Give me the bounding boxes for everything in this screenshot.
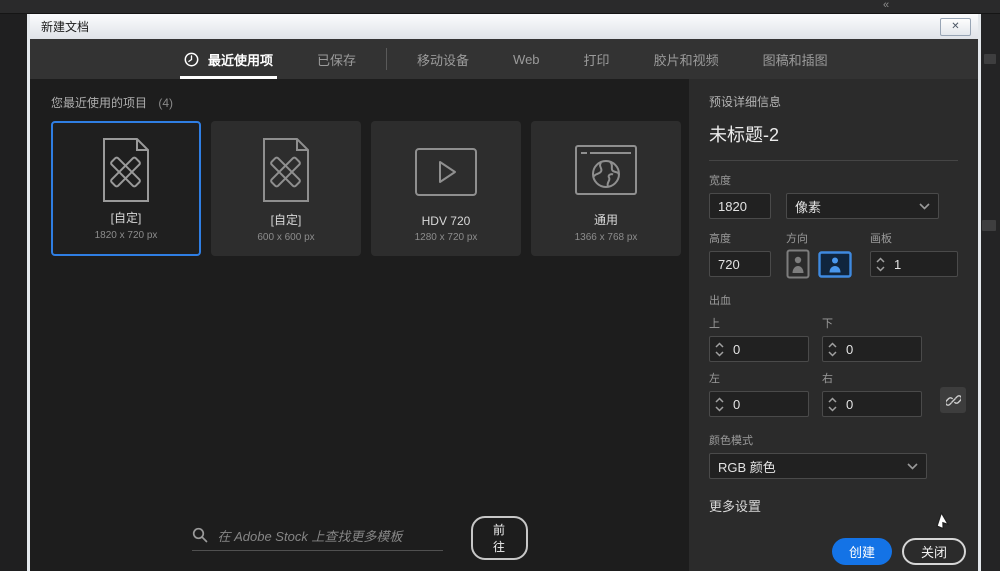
tab-label: 胶片和视频 xyxy=(653,52,719,68)
search-icon xyxy=(191,527,207,543)
background-app-top-strip: « xyxy=(0,0,1000,14)
orientation-landscape-button[interactable] xyxy=(818,250,852,278)
more-settings-button[interactable]: 更多设置 xyxy=(709,496,958,515)
background-collapse-glyph: « xyxy=(883,0,890,11)
bleed-top-value: 0 xyxy=(733,341,741,357)
dialog-title: 新建文档 xyxy=(41,20,90,34)
template-card-common[interactable]: 通用 1366 x 768 px xyxy=(531,121,681,256)
color-mode-select[interactable]: RGB 颜色 xyxy=(709,453,927,479)
document-title-input[interactable]: 未标题-2 xyxy=(709,121,958,147)
template-name: [自定] xyxy=(110,211,142,225)
chevron-down-icon xyxy=(907,462,918,470)
category-tabbar: 最近使用项 已保存 移动设备 Web 打印 胶片和视频 图稿和插图 xyxy=(30,39,978,79)
template-dimensions: 1366 x 768 px xyxy=(574,232,638,243)
bleed-bottom-stepper[interactable]: 0 xyxy=(822,336,922,362)
tab-saved[interactable]: 已保存 xyxy=(295,39,378,79)
template-name: [自定] xyxy=(270,213,302,227)
tab-label: Web xyxy=(513,51,540,67)
height-label: 高度 xyxy=(709,233,731,245)
orientation-portrait-button[interactable] xyxy=(786,249,810,279)
template-dimensions: 600 x 600 px xyxy=(257,232,315,243)
stepper-chevrons[interactable] xyxy=(828,341,837,357)
background-app-right-strip xyxy=(981,14,1000,571)
template-card-hdv-720[interactable]: HDV 720 1280 x 720 px xyxy=(371,121,521,256)
tab-film-video[interactable]: 胶片和视频 xyxy=(632,39,741,79)
bleed-right-value: 0 xyxy=(846,396,854,412)
bleed-top-stepper[interactable]: 0 xyxy=(709,336,809,362)
bleed-right-stepper[interactable]: 0 xyxy=(822,391,922,417)
tab-mobile[interactable]: 移动设备 xyxy=(395,39,491,79)
preset-details-heading: 预设详细信息 xyxy=(709,95,782,109)
bleed-right-label: 右 xyxy=(822,373,833,385)
stepper-chevrons[interactable] xyxy=(715,341,724,357)
recent-items-heading: 您最近使用的项目 (4) xyxy=(51,96,174,110)
custom-document-icon xyxy=(97,137,155,203)
tab-web[interactable]: Web xyxy=(491,39,562,79)
unit-value: 像素 xyxy=(795,199,822,215)
unit-select[interactable]: 像素 xyxy=(786,193,939,219)
video-icon xyxy=(414,147,478,197)
link-bleed-values-button[interactable] xyxy=(940,387,966,413)
template-card-list: [自定] 1820 x 720 px [自定] 600 x 600 px HDV… xyxy=(51,121,681,256)
bleed-bottom-label: 下 xyxy=(822,318,833,330)
link-icon xyxy=(945,393,961,408)
custom-document-icon xyxy=(257,137,315,203)
clock-icon xyxy=(184,52,199,67)
go-button[interactable]: 前往 xyxy=(470,516,528,560)
adobe-stock-search: 在 Adobe Stock 上查找更多模板 前往 xyxy=(191,516,528,560)
tab-art-illustration[interactable]: 图稿和插图 xyxy=(741,39,850,79)
panel-divider xyxy=(709,160,958,161)
close-button[interactable]: 关闭 xyxy=(901,538,966,565)
stepper-chevrons[interactable] xyxy=(876,256,885,272)
bleed-top-label: 上 xyxy=(709,318,720,330)
tab-print[interactable]: 打印 xyxy=(562,39,632,79)
artboard-label: 画板 xyxy=(870,233,892,245)
height-input[interactable]: 720 xyxy=(709,251,771,277)
create-button[interactable]: 创建 xyxy=(831,538,892,565)
tab-recent[interactable]: 最近使用项 xyxy=(162,39,295,79)
stepper-chevrons[interactable] xyxy=(715,396,724,412)
tab-label: 图稿和插图 xyxy=(762,52,828,68)
bleed-left-stepper[interactable]: 0 xyxy=(709,391,809,417)
stepper-chevrons[interactable] xyxy=(828,396,837,412)
tab-label: 移动设备 xyxy=(417,52,470,68)
portrait-orientation-icon xyxy=(786,249,810,279)
template-dimensions: 1820 x 720 px xyxy=(94,230,158,241)
orientation-label: 方向 xyxy=(786,233,808,245)
template-card-custom-600[interactable]: [自定] 600 x 600 px xyxy=(211,121,361,256)
chevron-down-icon xyxy=(919,202,930,210)
artboard-value: 1 xyxy=(894,256,902,272)
bleed-left-label: 左 xyxy=(709,373,720,385)
bleed-bottom-value: 0 xyxy=(846,341,854,357)
recent-items-area: 您最近使用的项目 (4) [自定] 1820 x 720 px [自定] 600… xyxy=(30,79,689,571)
web-browser-icon xyxy=(574,144,638,196)
color-mode-value: RGB 颜色 xyxy=(718,459,776,475)
color-mode-label: 颜色模式 xyxy=(709,435,753,447)
artboard-stepper[interactable]: 1 xyxy=(870,251,958,277)
stock-search-input[interactable]: 在 Adobe Stock 上查找更多模板 xyxy=(191,526,443,551)
close-icon: ✕ xyxy=(951,21,960,32)
background-ui-fragment xyxy=(984,54,996,64)
preset-details-panel: 预设详细信息 未标题-2 宽度 1820 像素 高度 720 方向 画板 1 出… xyxy=(689,79,978,571)
template-name: 通用 xyxy=(593,213,618,227)
template-name: HDV 720 xyxy=(421,214,471,228)
tab-label: 最近使用项 xyxy=(208,52,274,68)
template-card-custom-1820[interactable]: [自定] 1820 x 720 px xyxy=(51,121,201,256)
bleed-label: 出血 xyxy=(709,295,731,307)
background-ui-fragment xyxy=(982,220,996,231)
tab-label: 已保存 xyxy=(317,52,357,68)
tab-divider xyxy=(386,48,388,70)
width-input[interactable]: 1820 xyxy=(709,193,771,219)
width-label: 宽度 xyxy=(709,175,731,187)
recent-items-count: (4) xyxy=(158,96,174,110)
dialog-titlebar: 新建文档 ✕ xyxy=(30,14,978,39)
search-placeholder: 在 Adobe Stock 上查找更多模板 xyxy=(217,528,403,544)
dialog-close-button[interactable]: ✕ xyxy=(940,17,971,36)
template-dimensions: 1280 x 720 px xyxy=(414,232,478,243)
tab-label: 打印 xyxy=(583,52,610,68)
new-document-dialog: 新建文档 ✕ 最近使用项 已保存 移动设备 Web 打印 胶片和视频 图稿和插图 xyxy=(27,14,981,571)
landscape-orientation-icon xyxy=(818,250,852,278)
bleed-left-value: 0 xyxy=(733,396,741,412)
